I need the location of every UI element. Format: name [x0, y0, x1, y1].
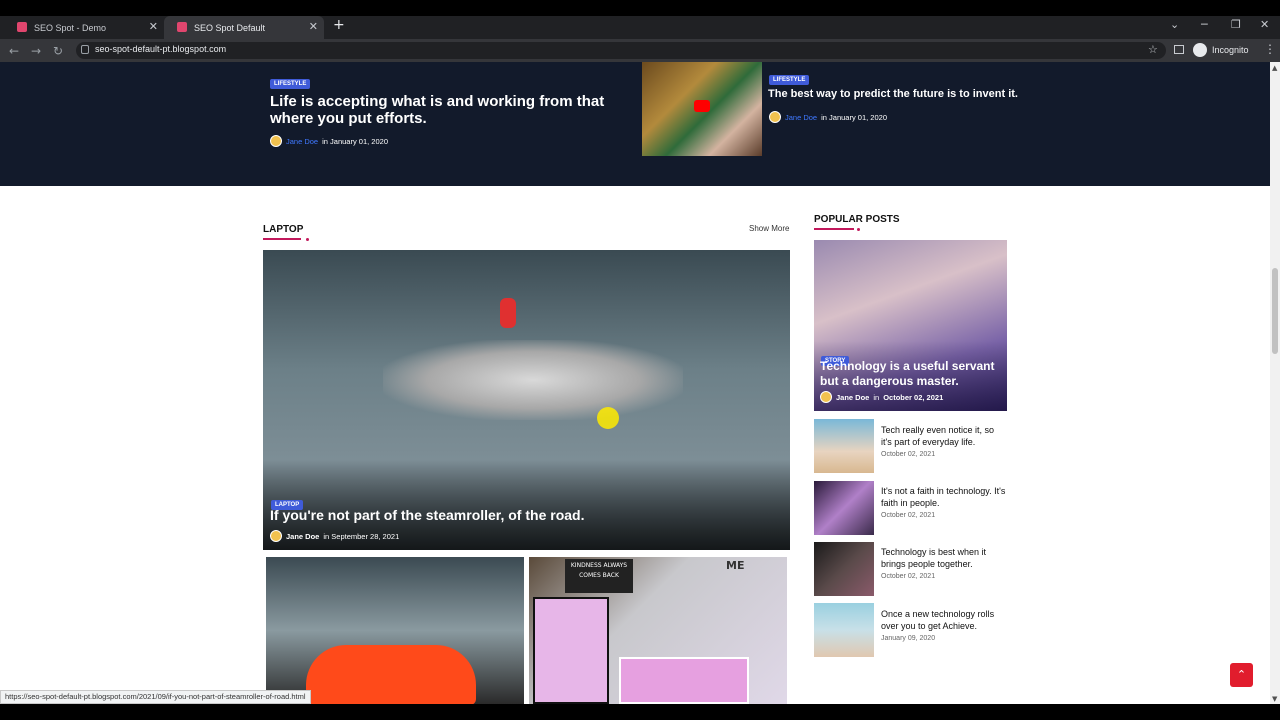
author-avatar — [270, 135, 282, 147]
page-viewport: LIFESTYLE Life is accepting what is and … — [0, 62, 1270, 704]
author-avatar — [270, 530, 282, 542]
hero-post-meta: Jane Doe in September 28, 2021 — [270, 530, 399, 542]
scroll-down-icon[interactable]: ▼ — [1272, 695, 1277, 703]
popular-item-date: October 02, 2021 — [881, 512, 936, 519]
hero-post-title[interactable]: If you're not part of the steamroller, o… — [270, 507, 584, 523]
lock-icon[interactable] — [81, 45, 89, 54]
section-heading-laptop: LAPTOP — [263, 224, 304, 235]
scroll-up-icon[interactable]: ▲ — [1272, 64, 1277, 72]
author-link[interactable]: Jane Doe — [286, 532, 319, 541]
post-date: October 02, 2021 — [883, 392, 944, 402]
post-title[interactable]: The best way to predict the future is to… — [768, 88, 1068, 101]
bookmark-star-icon[interactable]: ☆ — [1148, 43, 1158, 56]
url-text[interactable]: seo-spot-default-pt.blogspot.com — [95, 44, 226, 54]
favicon-icon — [177, 22, 187, 32]
cursor-highlight — [597, 407, 619, 429]
close-tab-icon[interactable]: ✕ — [149, 20, 158, 33]
tab-title: SEO Spot Default — [194, 22, 266, 33]
incognito-icon — [1193, 43, 1207, 57]
post-card-desk[interactable]: KINDNESS ALWAYS COMES BACK ME — [529, 557, 787, 704]
favicon-icon — [17, 22, 27, 32]
meta-in: in — [873, 392, 880, 402]
section-heading-popular: POPULAR POSTS — [814, 214, 900, 225]
post-date: in January 01, 2020 — [821, 112, 887, 122]
popular-item-title[interactable]: Tech really even notice it, so it's part… — [881, 424, 1006, 448]
incognito-label: Incognito — [1212, 45, 1249, 55]
popular-item-date: January 09, 2020 — [881, 635, 936, 642]
popular-item-thumbnail[interactable] — [814, 542, 874, 596]
tab-bar: SEO Spot - Demo ✕ SEO Spot Default ✕ — [0, 16, 1280, 39]
back-to-top-button[interactable]: ⌃ — [1230, 663, 1253, 687]
feature-post-meta: Jane Doe in October 02, 2021 — [820, 391, 943, 403]
scrollbar-thumb[interactable] — [1272, 268, 1278, 354]
post-thumbnail[interactable] — [642, 62, 762, 156]
forward-icon[interactable]: → — [31, 44, 41, 58]
laptop-image — [619, 657, 749, 704]
hero-post-card[interactable]: LAPTOP If you're not part of the steamro… — [263, 250, 790, 550]
author-link[interactable]: Jane Doe — [836, 393, 869, 402]
browser-menu-icon[interactable]: ⋮ — [1264, 42, 1276, 56]
tab-search-icon[interactable]: ⌄ — [1170, 18, 1179, 31]
post-meta: Jane Doe in January 01, 2020 — [769, 111, 887, 123]
reload-icon[interactable]: ↻ — [53, 44, 63, 58]
back-icon[interactable]: ← — [9, 44, 19, 58]
new-tab-icon[interactable]: + — [333, 17, 345, 33]
omnibox[interactable] — [76, 42, 1166, 59]
page-scrollbar[interactable]: ▲ ▼ — [1270, 62, 1280, 704]
heading-underline — [814, 228, 854, 230]
tab-title: SEO Spot - Demo — [34, 22, 107, 33]
post-title[interactable]: Life is accepting what is and working fr… — [270, 93, 620, 127]
heading-dot — [857, 228, 860, 231]
incognito-indicator[interactable]: Incognito — [1193, 43, 1249, 57]
close-window-icon[interactable]: ✕ — [1260, 18, 1269, 31]
popular-item-thumbnail[interactable] — [814, 419, 874, 473]
post-date: in September 28, 2021 — [323, 531, 400, 541]
popular-feature-card[interactable]: STORY Technology is a useful servant but… — [814, 240, 1007, 411]
status-bar-url: https://seo-spot-default-pt.blogspot.com… — [0, 690, 311, 704]
minimize-icon[interactable]: ─ — [1201, 18, 1208, 31]
category-badge[interactable]: LIFESTYLE — [769, 75, 810, 85]
chevron-up-icon: ⌃ — [1236, 668, 1247, 681]
author-avatar — [769, 111, 781, 123]
post-date: in January 01, 2020 — [322, 136, 388, 146]
post-meta: Jane Doe in January 01, 2020 — [270, 135, 388, 147]
author-link[interactable]: Jane Doe — [286, 137, 318, 146]
popular-item-thumbnail[interactable] — [814, 603, 874, 657]
feature-post-title[interactable]: Technology is a useful servant but a dan… — [820, 359, 1000, 389]
popular-item-date: October 02, 2021 — [881, 451, 936, 458]
drone-image — [383, 340, 683, 420]
popular-item-title[interactable]: Technology is best when it brings people… — [881, 546, 1006, 570]
drone-light — [500, 298, 516, 328]
popular-item-title[interactable]: It's not a faith in technology. It's fai… — [881, 485, 1006, 509]
popular-item-title[interactable]: Once a new technology rolls over you to … — [881, 608, 1006, 632]
tab-seo-spot-default[interactable]: SEO Spot Default ✕ — [164, 16, 324, 39]
me-sign: ME — [726, 559, 745, 572]
car-image — [306, 645, 476, 704]
featured-band: LIFESTYLE Life is accepting what is and … — [0, 62, 1270, 186]
monitor-image — [533, 597, 609, 704]
play-icon — [694, 100, 710, 112]
popular-item-thumbnail[interactable] — [814, 481, 874, 535]
heading-dot — [306, 238, 309, 241]
author-link[interactable]: Jane Doe — [785, 113, 817, 122]
post-card-car[interactable] — [266, 557, 524, 704]
category-badge[interactable]: LIFESTYLE — [270, 79, 311, 89]
side-panel-icon[interactable] — [1174, 45, 1184, 54]
kindness-sign: KINDNESS ALWAYS COMES BACK — [565, 559, 633, 593]
popular-item-date: October 02, 2021 — [881, 573, 936, 580]
tab-seo-spot-demo[interactable]: SEO Spot - Demo ✕ — [4, 16, 164, 39]
window-top-border — [0, 0, 1280, 16]
restore-icon[interactable]: ❐ — [1231, 18, 1241, 31]
close-tab-icon[interactable]: ✕ — [309, 20, 318, 33]
show-more-link[interactable]: Show More — [749, 224, 789, 233]
author-avatar — [820, 391, 832, 403]
heading-underline — [263, 238, 301, 240]
window-bottom-border — [0, 704, 1280, 720]
